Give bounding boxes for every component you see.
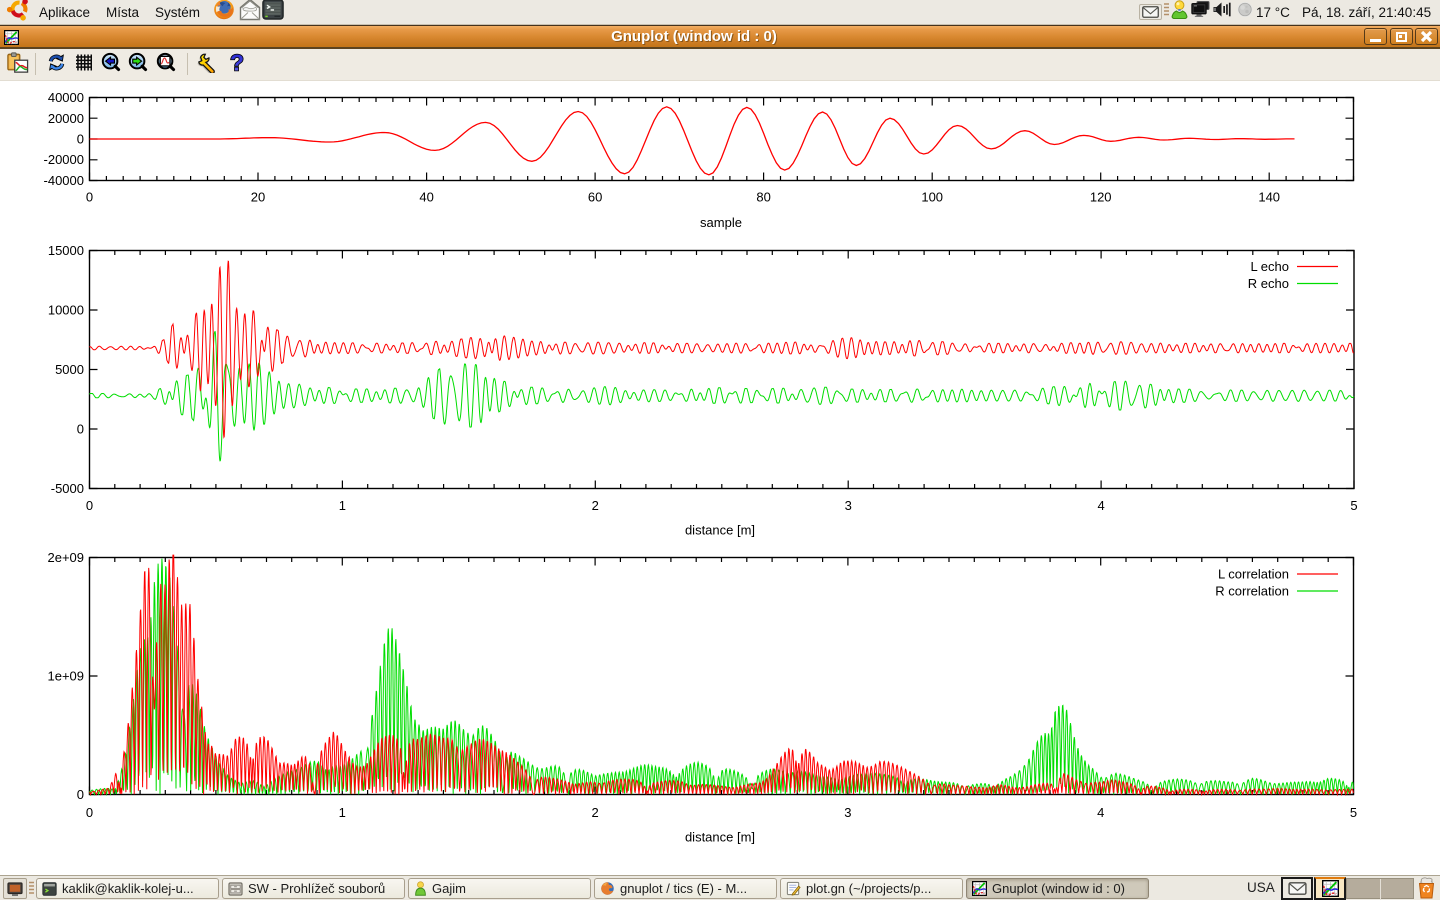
- svg-text:2: 2: [591, 805, 598, 820]
- svg-text:1e+09: 1e+09: [47, 669, 84, 684]
- svg-text:L correlation: L correlation: [1218, 567, 1289, 582]
- svg-text:0: 0: [86, 805, 93, 820]
- svg-text:5: 5: [1350, 498, 1357, 513]
- svg-text:sample: sample: [700, 215, 742, 230]
- svg-text:0: 0: [86, 190, 93, 205]
- svg-text:100: 100: [921, 190, 943, 205]
- svg-text:-20000: -20000: [44, 152, 84, 167]
- svg-text:distance [m]: distance [m]: [685, 523, 755, 538]
- svg-text:R echo: R echo: [1248, 276, 1289, 291]
- svg-text:20000: 20000: [48, 111, 84, 126]
- svg-text:10000: 10000: [48, 303, 84, 318]
- svg-text:140: 140: [1258, 190, 1280, 205]
- svg-text:5: 5: [1350, 805, 1357, 820]
- svg-text:3: 3: [844, 805, 851, 820]
- svg-text:1: 1: [339, 805, 346, 820]
- svg-text:distance [m]: distance [m]: [685, 830, 755, 845]
- svg-text:4: 4: [1097, 805, 1104, 820]
- svg-text:40000: 40000: [48, 90, 84, 105]
- svg-text:3: 3: [845, 498, 852, 513]
- svg-text:0: 0: [86, 498, 93, 513]
- svg-text:1: 1: [339, 498, 346, 513]
- svg-text:120: 120: [1090, 190, 1112, 205]
- svg-text:-40000: -40000: [44, 173, 84, 188]
- svg-text:60: 60: [588, 190, 602, 205]
- svg-text:-5000: -5000: [51, 481, 84, 496]
- svg-text:2: 2: [592, 498, 599, 513]
- svg-text:0: 0: [77, 787, 84, 802]
- svg-text:4: 4: [1097, 498, 1104, 513]
- svg-text:5000: 5000: [55, 362, 84, 377]
- svg-text:R correlation: R correlation: [1215, 584, 1289, 599]
- svg-text:2e+09: 2e+09: [47, 550, 84, 565]
- svg-text:0: 0: [77, 132, 84, 147]
- svg-text:L echo: L echo: [1250, 259, 1289, 274]
- svg-text:15000: 15000: [48, 243, 84, 258]
- svg-text:20: 20: [251, 190, 265, 205]
- svg-text:0: 0: [77, 422, 84, 437]
- svg-text:?: ?: [230, 50, 244, 74]
- svg-text:80: 80: [756, 190, 770, 205]
- svg-text:40: 40: [419, 190, 433, 205]
